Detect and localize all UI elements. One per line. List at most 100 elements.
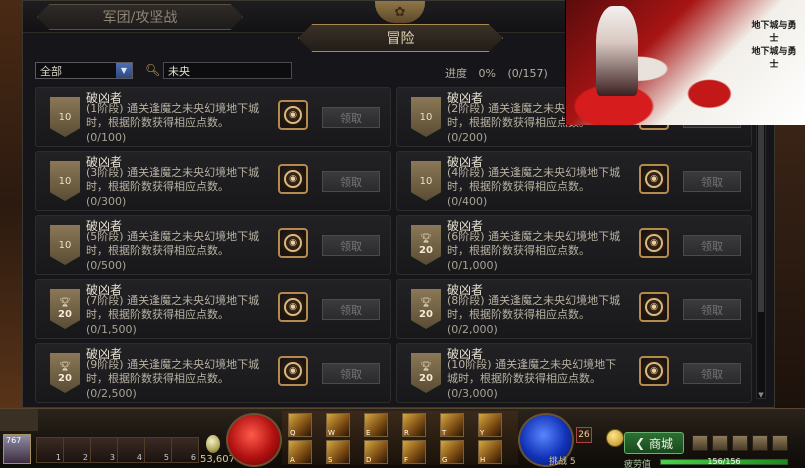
quest-description: (3阶段) 通关逢魔之未央幻境地下城时，根据阶数获得相应点数。: [86, 166, 260, 193]
shop-button[interactable]: ❮ 商城: [624, 432, 684, 454]
skill-slot[interactable]: E: [364, 413, 388, 437]
character-level: 767: [6, 436, 22, 445]
item-slot[interactable]: 5: [144, 437, 172, 463]
item-slot[interactable]: 3: [90, 437, 118, 463]
scrollbar[interactable]: [756, 89, 766, 399]
skill-key: F: [404, 456, 409, 464]
quest-description: (9阶段) 通关逢魔之未央幻境地下城时，根据阶数获得相应点数。: [86, 358, 260, 385]
character-portrait[interactable]: 767: [3, 434, 31, 464]
quest-description: (5阶段) 通关逢魔之未央幻境地下城时，根据阶数获得相应点数。: [86, 230, 260, 257]
skill-key: Q: [290, 429, 296, 437]
quest-card: 🏆︎ 20 破凶者 (10阶段) 通关逢魔之未央幻境地下城时，根据阶数获得相应点数。(…: [396, 343, 752, 403]
claim-button[interactable]: 领取: [683, 171, 741, 192]
scroll-down-icon[interactable]: ▼: [756, 391, 766, 401]
reward-emblem-icon: ◉: [284, 298, 302, 316]
promo-banner[interactable]: 地下城与勇士 地下城与勇士: [565, 0, 805, 125]
reward-points-badge: 10: [50, 97, 80, 137]
trophy-icon: 🏆︎: [420, 297, 432, 308]
banner-logo: 地下城与勇士 地下城与勇士: [751, 21, 797, 70]
claim-button[interactable]: 领取: [322, 235, 380, 256]
progress-percent: 0%: [478, 67, 496, 80]
claim-button[interactable]: 领取: [322, 171, 380, 192]
slot-key: 4: [136, 453, 142, 462]
menu-icon-1[interactable]: [692, 435, 708, 451]
claim-button[interactable]: 领取: [683, 299, 741, 320]
reward-item-icon[interactable]: ◉: [278, 100, 308, 130]
quest-description: (10阶段) 通关逢魔之未央幻境地下城时，根据阶数获得相应点数。: [447, 358, 617, 385]
category-dropdown[interactable]: 全部 ▼: [35, 62, 133, 79]
progress-label: 进度: [445, 67, 467, 80]
challenge-label-text: 挑战: [549, 457, 568, 467]
reward-item-icon[interactable]: ◉: [639, 292, 669, 322]
reward-item-icon[interactable]: ◉: [639, 356, 669, 386]
skill-key: D: [366, 456, 372, 464]
scrollbar-thumb[interactable]: [758, 92, 764, 312]
item-slot[interactable]: 2: [63, 437, 91, 463]
reward-points-badge: 🏆︎ 20: [411, 289, 441, 329]
reward-emblem-icon: ◉: [645, 362, 663, 380]
quest-description: (7阶段) 通关逢魔之未央幻境地下城时，根据阶数获得相应点数。: [86, 294, 260, 321]
reward-item-icon[interactable]: ◉: [278, 228, 308, 258]
banner-character-art: [596, 6, 638, 96]
skill-slot[interactable]: D: [364, 440, 388, 464]
skill-key: T: [442, 429, 447, 437]
skill-slot[interactable]: H: [478, 440, 502, 464]
quest-progress-count: (0/500): [86, 259, 127, 272]
reward-points-badge: 10: [411, 97, 441, 137]
reward-points: 10: [58, 239, 72, 251]
quest-progress-count: (0/2,500): [86, 387, 137, 400]
claim-button[interactable]: 领取: [683, 235, 741, 256]
slot-key: 1: [55, 453, 61, 462]
item-slot[interactable]: 6: [171, 437, 199, 463]
reward-item-icon[interactable]: ◉: [278, 356, 308, 386]
skill-slot[interactable]: G: [440, 440, 464, 464]
shop-arrow-icon: ❮: [634, 436, 646, 450]
reward-points-badge: 🏆︎ 20: [50, 289, 80, 329]
skill-slot[interactable]: A: [288, 440, 312, 464]
skill-slot[interactable]: W: [326, 413, 350, 437]
quest-progress-count: (0/1,000): [447, 259, 498, 272]
quest-progress-count: (0/3,000): [447, 387, 498, 400]
reward-item-icon[interactable]: ◉: [278, 292, 308, 322]
claim-button[interactable]: 领取: [322, 299, 380, 320]
item-slot[interactable]: 1: [36, 437, 64, 463]
reward-points-badge: 10: [50, 161, 80, 201]
reward-emblem-icon: ◉: [645, 170, 663, 188]
skill-slot[interactable]: Q: [288, 413, 312, 437]
category-dropdown-value: 全部: [40, 64, 62, 78]
fatigue-bar-text: 156/156: [707, 457, 741, 466]
slot-key: 3: [109, 453, 115, 462]
skill-slot[interactable]: R: [402, 413, 426, 437]
menu-icon-2[interactable]: [712, 435, 728, 451]
skill-slot[interactable]: F: [402, 440, 426, 464]
skill-slot[interactable]: S: [326, 440, 350, 464]
menu-icon-3[interactable]: [732, 435, 748, 451]
reward-points: 10: [58, 175, 72, 187]
skill-slot[interactable]: T: [440, 413, 464, 437]
skill-key: S: [328, 456, 333, 464]
reward-points: 10: [58, 111, 72, 123]
reward-emblem-icon: ◉: [284, 234, 302, 252]
skill-slot[interactable]: Y: [478, 413, 502, 437]
item-slot[interactable]: 4: [117, 437, 145, 463]
claim-button[interactable]: 领取: [683, 363, 741, 384]
menu-icon-4[interactable]: [752, 435, 768, 451]
reward-item-icon[interactable]: ◉: [278, 164, 308, 194]
reward-item-icon[interactable]: ◉: [639, 164, 669, 194]
claim-button[interactable]: 领取: [322, 107, 380, 128]
skill-key: H: [480, 456, 486, 464]
level-badge: 26: [576, 427, 592, 443]
chevron-down-icon[interactable]: ▼: [116, 63, 132, 78]
tab-guild-siege[interactable]: 军团/攻坚战: [37, 4, 243, 30]
quest-progress-count: (0/2,000): [447, 323, 498, 336]
reward-points: 20: [419, 372, 433, 384]
search-input[interactable]: [163, 62, 292, 79]
reward-points: 20: [419, 308, 433, 320]
reward-points-badge: 🏆︎ 20: [411, 353, 441, 393]
reward-emblem-icon: ◉: [284, 170, 302, 188]
reward-points: 10: [419, 175, 433, 187]
menu-icon-5[interactable]: [772, 435, 788, 451]
reward-item-icon[interactable]: ◉: [639, 228, 669, 258]
tab-adventure[interactable]: 冒险: [298, 24, 503, 52]
claim-button[interactable]: 领取: [322, 363, 380, 384]
